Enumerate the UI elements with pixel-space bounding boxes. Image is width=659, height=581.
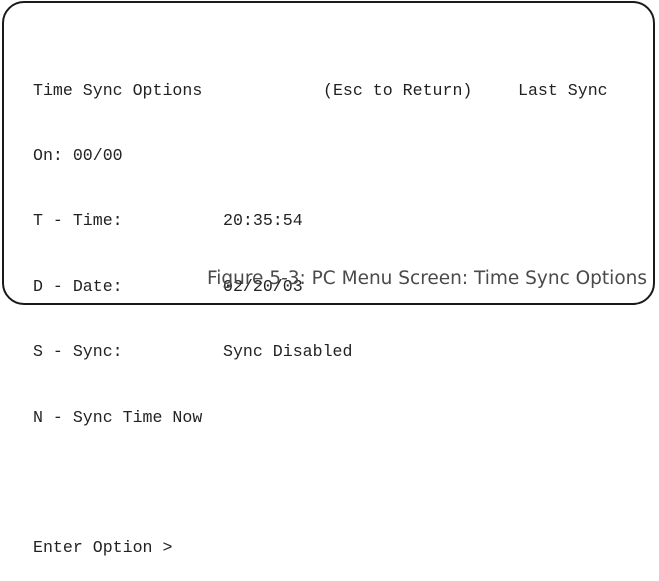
terminal-screen-text: Time Sync Options (Esc to Return) Last Syn… — [33, 36, 608, 581]
option-sync-value: Sync Disabled — [223, 342, 353, 362]
figure-caption: Figure 5-3: PC Menu Screen: Time Sync Op… — [206, 268, 647, 289]
option-time-value: 20:35:54 — [223, 211, 303, 231]
menu-option-time[interactable]: T - Time: 20:35:54 — [33, 210, 608, 232]
option-sync-label: S - Sync: — [33, 342, 123, 362]
last-sync-value: On: 00/00 — [33, 145, 123, 165]
menu-title: Time Sync Options — [33, 80, 203, 100]
menu-option-sync-now[interactable]: N - Sync Time Now — [33, 407, 608, 429]
last-sync-label: Last Sync — [518, 80, 608, 100]
option-time-label: T - Time: — [33, 211, 123, 231]
menu-option-sync[interactable]: S - Sync: Sync Disabled — [33, 341, 608, 363]
esc-return-hint[interactable]: (Esc to Return) — [323, 80, 518, 102]
menu-header-line: Time Sync Options (Esc to Return) Last Syn… — [33, 80, 608, 102]
enter-option-prompt[interactable]: Enter Option > — [33, 537, 608, 559]
option-date-label: D - Date: — [33, 276, 123, 296]
